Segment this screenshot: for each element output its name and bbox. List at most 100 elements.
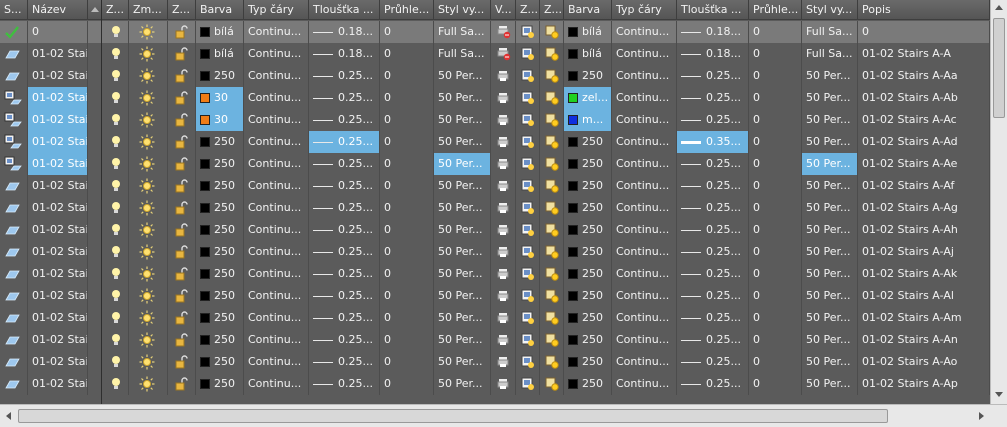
viewport-freeze-icon[interactable]	[545, 113, 559, 127]
new-vp-freeze-cell[interactable]	[516, 285, 540, 307]
vp-freeze-cell[interactable]	[540, 351, 564, 373]
new-viewport-freeze-icon[interactable]	[521, 311, 535, 324]
vp-linetype-cell[interactable]: Continu...	[612, 43, 677, 65]
vp-plot-style-cell[interactable]: 50 Per...	[802, 153, 858, 175]
lineweight-cell[interactable]: 0.25...	[309, 241, 380, 263]
vp-transparency-cell[interactable]: 0	[749, 43, 802, 65]
vp-color-cell[interactable]: bílá	[564, 21, 612, 43]
unlock-icon[interactable]	[175, 47, 189, 61]
transparency-cell[interactable]: 0	[380, 197, 434, 219]
new-vp-freeze-cell[interactable]	[516, 351, 540, 373]
freeze-cell[interactable]	[129, 197, 168, 219]
color-cell[interactable]: 250	[196, 307, 244, 329]
column-header-color[interactable]: Barva	[196, 0, 244, 20]
new-viewport-freeze-icon[interactable]	[521, 201, 535, 214]
new-viewport-freeze-icon[interactable]	[521, 91, 535, 104]
status-cell[interactable]	[0, 153, 28, 175]
on-off-cell[interactable]	[102, 263, 129, 285]
lightbulb-on-icon[interactable]	[111, 267, 121, 280]
new-viewport-freeze-icon[interactable]	[521, 355, 535, 368]
plot-cell[interactable]	[491, 175, 516, 197]
lineweight-cell[interactable]: 0.25...	[309, 307, 380, 329]
viewport-freeze-icon[interactable]	[545, 47, 559, 61]
transparency-cell[interactable]: 0	[380, 65, 434, 87]
unlock-icon[interactable]	[175, 377, 189, 391]
printer-icon[interactable]	[497, 223, 509, 236]
transparency-cell[interactable]: 0	[380, 351, 434, 373]
lock-cell[interactable]	[168, 131, 196, 153]
status-cell[interactable]	[0, 351, 28, 373]
vp-lineweight-cell[interactable]: 0.25...	[677, 241, 749, 263]
lock-cell[interactable]	[168, 43, 196, 65]
freeze-cell[interactable]	[129, 219, 168, 241]
vp-color-cell[interactable]: 250	[564, 307, 612, 329]
status-cell[interactable]	[0, 43, 28, 65]
column-header-status[interactable]: S...	[0, 0, 28, 20]
column-header-vpfreeze[interactable]: Z...	[540, 0, 564, 20]
vp-plot-style-cell[interactable]: 50 Per...	[802, 373, 858, 395]
on-off-cell[interactable]	[102, 131, 129, 153]
printer-icon[interactable]	[497, 201, 509, 214]
vp-color-cell[interactable]: 250	[564, 153, 612, 175]
plot-cell[interactable]	[491, 197, 516, 219]
lightbulb-on-icon[interactable]	[111, 179, 121, 192]
vp-color-cell[interactable]: 250	[564, 373, 612, 395]
viewport-freeze-icon[interactable]	[545, 135, 559, 149]
new-vp-freeze-cell[interactable]	[516, 219, 540, 241]
column-header-name[interactable]: Název	[28, 0, 88, 20]
printer-icon[interactable]	[497, 69, 509, 82]
plot-style-cell[interactable]: 50 Per...	[434, 65, 491, 87]
sun-thaw-icon[interactable]	[139, 376, 155, 392]
description-cell[interactable]: 01-02 Stairs A-Ao	[858, 351, 990, 373]
plot-style-cell[interactable]: 50 Per...	[434, 241, 491, 263]
viewport-freeze-icon[interactable]	[545, 201, 559, 215]
status-cell[interactable]	[0, 175, 28, 197]
vp-freeze-cell[interactable]	[540, 329, 564, 351]
column-header-ltype[interactable]: Typ čáry	[244, 0, 309, 20]
layer-name-cell[interactable]: 01-02 Stair...	[28, 351, 88, 373]
lightbulb-on-icon[interactable]	[111, 91, 121, 104]
freeze-cell[interactable]	[129, 43, 168, 65]
transparency-cell[interactable]: 0	[380, 219, 434, 241]
new-vp-freeze-cell[interactable]	[516, 87, 540, 109]
freeze-cell[interactable]	[129, 329, 168, 351]
new-vp-freeze-cell[interactable]	[516, 241, 540, 263]
lightbulb-on-icon[interactable]	[111, 245, 121, 258]
layer-name-cell[interactable]: 01-02 Stair...	[28, 131, 88, 153]
vp-color-cell[interactable]: zel...	[564, 87, 612, 109]
layer-row[interactable]: 01-02 Stair... 250 Continu... 0.25... 0 50 Pe…	[0, 241, 990, 263]
lineweight-cell[interactable]: 0.25...	[309, 65, 380, 87]
scroll-left-arrow-icon[interactable]	[6, 412, 11, 420]
layer-row[interactable]: 01-02 Stair... 250 Continu... 0.25... 0 50 Pe…	[0, 131, 990, 153]
layer-row[interactable]: 01-02 Stair... 250 Continu... 0.25... 0 50 Pe…	[0, 329, 990, 351]
new-viewport-freeze-icon[interactable]	[521, 267, 535, 280]
plot-cell[interactable]	[491, 65, 516, 87]
lock-cell[interactable]	[168, 373, 196, 395]
sun-thaw-icon[interactable]	[139, 134, 155, 150]
layer-row[interactable]: 01-02 Stair... 250 Continu... 0.25... 0 50 Pe…	[0, 307, 990, 329]
viewport-freeze-icon[interactable]	[545, 179, 559, 193]
lineweight-cell[interactable]: 0.25...	[309, 131, 380, 153]
new-viewport-freeze-icon[interactable]	[521, 25, 535, 38]
transparency-cell[interactable]: 0	[380, 131, 434, 153]
lock-cell[interactable]	[168, 219, 196, 241]
on-off-cell[interactable]	[102, 21, 129, 43]
sun-thaw-icon[interactable]	[139, 332, 155, 348]
vp-transparency-cell[interactable]: 0	[749, 285, 802, 307]
freeze-cell[interactable]	[129, 285, 168, 307]
description-cell[interactable]: 01-02 Stairs A-Af	[858, 175, 990, 197]
plot-cell[interactable]	[491, 131, 516, 153]
vp-transparency-cell[interactable]: 0	[749, 131, 802, 153]
on-off-cell[interactable]	[102, 373, 129, 395]
description-cell[interactable]: 01-02 Stairs A-An	[858, 329, 990, 351]
freeze-cell[interactable]	[129, 109, 168, 131]
status-cell[interactable]	[0, 307, 28, 329]
lineweight-cell[interactable]: 0.25...	[309, 87, 380, 109]
vp-plot-style-cell[interactable]: 50 Per...	[802, 131, 858, 153]
plot-cell[interactable]	[491, 373, 516, 395]
plot-style-cell[interactable]: 50 Per...	[434, 219, 491, 241]
unlock-icon[interactable]	[175, 333, 189, 347]
sort-arrow-icon[interactable]	[88, 0, 102, 20]
unlock-icon[interactable]	[175, 113, 189, 127]
vp-linetype-cell[interactable]: Continu...	[612, 131, 677, 153]
